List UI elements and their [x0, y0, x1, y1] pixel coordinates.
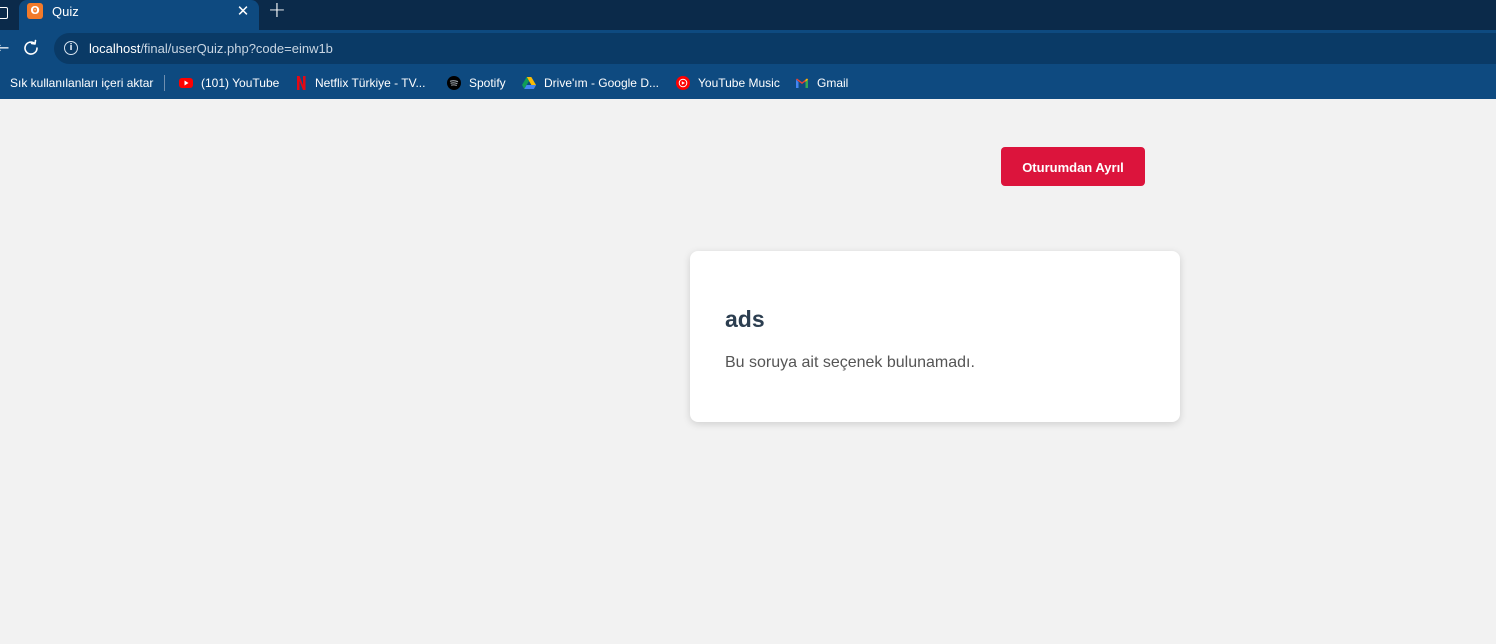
previous-tab-stub[interactable]: [0, 0, 19, 30]
close-tab-icon[interactable]: ✕: [235, 2, 251, 20]
bookmark-label: Gmail: [817, 76, 849, 90]
logout-button[interactable]: Oturumdan Ayrıl: [1001, 147, 1145, 186]
import-icon: [0, 76, 2, 90]
reload-icon[interactable]: [20, 37, 42, 59]
bookmark-label: Sık kullanılanları içeri aktar: [10, 76, 154, 90]
google-drive-icon: [522, 77, 536, 89]
back-arrow-icon[interactable]: ←: [0, 39, 9, 57]
address-bar[interactable]: i localhost/final/userQuiz.php?code=einw…: [54, 33, 1496, 64]
spotify-icon: [447, 76, 461, 90]
gmail-icon: [796, 78, 808, 88]
url-host: localhost: [89, 41, 141, 56]
youtube-music-icon: [676, 76, 690, 90]
xampp-favicon-icon: ʘ: [27, 3, 43, 19]
bookmark-label: YouTube Music: [698, 76, 780, 90]
address-url[interactable]: localhost/final/userQuiz.php?code=einw1b: [89, 41, 333, 56]
bookmark-label: Drive'ım - Google D...: [544, 76, 659, 90]
bookmarks-separator: [164, 75, 165, 91]
bookmarks-bar: Sık kullanılanları içeri aktar (101) You…: [0, 67, 1496, 99]
no-options-message: Bu soruya ait seçenek bulunamadı.: [725, 354, 975, 371]
bookmark-label: Netflix Türkiye - TV...: [315, 76, 426, 90]
page-content: Oturumdan Ayrıl ads Bu soruya ait seçene…: [0, 99, 1496, 644]
tab-title: Quiz: [52, 4, 79, 19]
url-path: /final/userQuiz.php?code=einw1b: [140, 41, 333, 56]
tab-overview-icon: [0, 7, 8, 19]
bookmark-label: (101) YouTube: [201, 76, 280, 90]
question-card: ads Bu soruya ait seçenek bulunamadı.: [690, 251, 1180, 422]
browser-toolbar: ← i localhost/final/userQuiz.php?code=ei…: [0, 30, 1496, 67]
tab-quiz[interactable]: ʘ Quiz ✕: [19, 0, 259, 30]
bookmark-label: Spotify: [469, 76, 506, 90]
netflix-icon: [297, 76, 306, 90]
new-tab-button[interactable]: +: [266, 0, 288, 22]
question-title: ads: [725, 306, 765, 332]
site-info-icon[interactable]: i: [64, 41, 78, 55]
tab-strip: ʘ Quiz ✕ +: [0, 0, 1496, 30]
youtube-icon: [179, 78, 193, 88]
